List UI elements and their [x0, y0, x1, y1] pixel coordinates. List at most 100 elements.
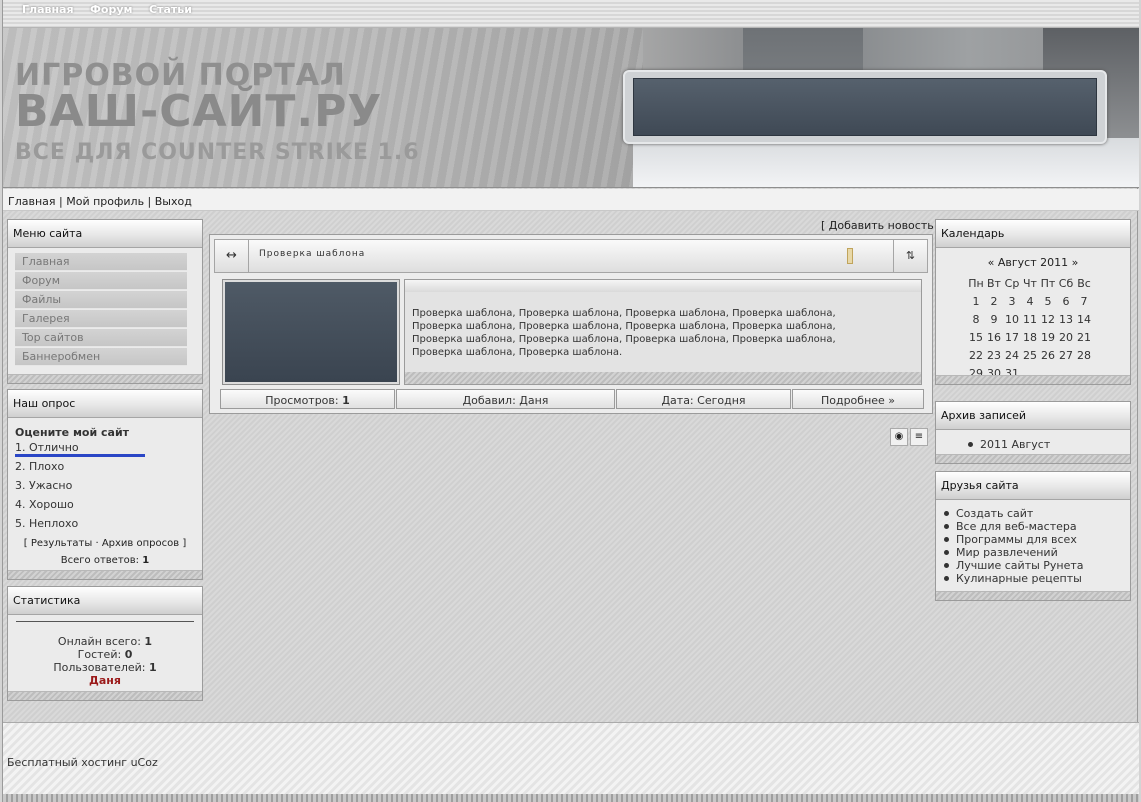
userbar-logout-link[interactable]: Выход: [155, 195, 192, 208]
archive-list: 2011 Август: [966, 438, 1050, 451]
link-icon[interactable]: ↔: [215, 240, 249, 272]
calendar-grid: Пн Вт Ср Чт Пт Сб Вс 1 2 3 4 5 6 7 8 9 1…: [967, 274, 1093, 382]
weekday: Пн: [968, 276, 984, 290]
poll-total: Всего ответов: 1: [8, 555, 202, 566]
calendar-day: 7: [1080, 294, 1088, 308]
calendar-day: 27: [1059, 348, 1073, 362]
friend-link[interactable]: Лучшие сайты Рунета: [942, 559, 1084, 572]
news-text-header: [405, 280, 921, 292]
topnav-articles-link[interactable]: Статьи: [149, 3, 192, 16]
calendar-next-link[interactable]: »: [1072, 256, 1079, 269]
friend-link[interactable]: Кулинарные рецепты: [942, 572, 1084, 585]
weekday: Сб: [1058, 276, 1074, 290]
footer-hosting-link[interactable]: Бесплатный хостинг uCoz: [7, 756, 158, 769]
stats-divider: [16, 621, 194, 622]
poll-option: 2. Плохо: [15, 460, 65, 473]
poll-archive-link[interactable]: Архив опросов: [102, 538, 179, 549]
menu-item-forum[interactable]: Форум: [15, 272, 187, 290]
news-views-label: Просмотров:: [265, 394, 339, 407]
news-date-label: Дата:: [661, 394, 694, 407]
weekday: Ср: [1004, 276, 1020, 290]
friend-link[interactable]: Все для веб-мастера: [942, 520, 1084, 533]
calendar-block: Календарь « Август 2011 » Пн Вт Ср Чт Пт…: [935, 219, 1131, 385]
friends-list: Создать сайт Все для веб-мастера Програм…: [942, 507, 1084, 585]
weekday: Пт: [1040, 276, 1056, 290]
calendar-prev-link[interactable]: «: [988, 256, 995, 269]
friend-link[interactable]: Программы для всех: [942, 533, 1084, 546]
calendar-day: 13: [1059, 312, 1073, 326]
sort-icon[interactable]: ⇅: [893, 240, 927, 272]
stats-online-value: 1: [144, 635, 153, 648]
news-title[interactable]: Проверка шаблона: [259, 249, 365, 259]
menu-item-gallery[interactable]: Галерея: [15, 310, 187, 328]
userbar-profile-link[interactable]: Мой профиль: [66, 195, 144, 208]
site-footer: Бесплатный хостинг uCoz: [3, 722, 1139, 794]
stats-guests: Гостей: 0: [8, 648, 202, 661]
news-views: Просмотров: 1: [220, 389, 395, 409]
menu-item-top-sites[interactable]: Top сайтов: [15, 329, 187, 347]
news-more-link[interactable]: Подробнее »: [792, 389, 924, 409]
poll-results-link[interactable]: Результаты: [31, 538, 92, 549]
weekday: Вс: [1077, 276, 1091, 290]
block-footer-strip: [8, 374, 202, 383]
calendar-day: 25: [1023, 348, 1037, 362]
news-marker-icon: [847, 248, 853, 264]
menu-item-home[interactable]: Главная: [15, 253, 187, 271]
stats-users: Пользователей: 1: [8, 661, 202, 674]
news-author-value[interactable]: Даня: [519, 394, 548, 407]
friend-link[interactable]: Создать сайт: [942, 507, 1084, 520]
stats-block: Статистика Онлайн всего: 1 Гостей: 0 Пол…: [7, 586, 203, 701]
poll-option: 3. Ужасно: [15, 479, 73, 492]
userbar-home-link[interactable]: Главная: [8, 195, 56, 208]
calendar-day: 23: [987, 348, 1001, 362]
menu-item-files[interactable]: Файлы: [15, 291, 187, 309]
rss-icon[interactable]: ≡: [910, 428, 928, 446]
userbar-separator: |: [144, 195, 155, 208]
user-bar: Главная | Мой профиль | Выход: [3, 189, 1139, 211]
archive-item[interactable]: 2011 Август: [966, 438, 1050, 451]
menu-item-banner-exchange[interactable]: Баннеробмен: [15, 348, 187, 366]
calendar-day: 14: [1077, 312, 1091, 326]
news-body: Проверка шаблона, Проверка шаблона, Пров…: [412, 308, 836, 358]
news-views-value: 1: [342, 394, 350, 407]
news-date-value: Сегодня: [697, 394, 746, 407]
calendar-day: 9: [990, 312, 998, 326]
topnav-forum-link[interactable]: Форум: [90, 3, 133, 16]
bracket: ]: [182, 538, 187, 549]
poll-links: [ Результаты · Архив опросов ]: [8, 538, 202, 549]
news-image-placeholder: [225, 282, 397, 382]
site-menu-title: Меню сайта: [8, 220, 202, 248]
header-banner[interactable]: [633, 78, 1097, 136]
calendar-day: 18: [1023, 330, 1037, 344]
block-footer-strip: [936, 375, 1130, 384]
poll-result-bar: [15, 454, 145, 457]
calendar-day: 1: [972, 294, 980, 308]
logo-title[interactable]: ВАШ-САЙТ.РУ: [15, 86, 382, 137]
news-title-bar: ↔ Проверка шаблона ⇅: [214, 239, 928, 273]
stats-online-label: Онлайн всего:: [57, 635, 141, 648]
news-text-footer: [405, 372, 921, 384]
top-navigation: Главная Форум Статьи: [3, 0, 1139, 28]
news-image[interactable]: [222, 279, 400, 385]
stats-guests-label: Гостей:: [77, 648, 122, 661]
calendar-day: 12: [1041, 312, 1055, 326]
friends-block: Друзья сайта Создать сайт Все для веб-ма…: [935, 471, 1131, 601]
calendar-day: 26: [1041, 348, 1055, 362]
friend-link[interactable]: Мир развлечений: [942, 546, 1084, 559]
stats-online: Онлайн всего: 1: [8, 635, 202, 648]
add-news-link[interactable]: [ Добавить новость ]: [821, 219, 942, 232]
calendar-day: 2: [990, 294, 998, 308]
calendar-day: 6: [1062, 294, 1070, 308]
news-author: Добавил: Даня: [396, 389, 615, 409]
topnav-home-link[interactable]: Главная: [22, 3, 74, 16]
calendar-day: 20: [1059, 330, 1073, 344]
calendar-title: Календарь: [936, 220, 1130, 248]
calendar-day: 16: [987, 330, 1001, 344]
stats-online-user[interactable]: Даня: [8, 674, 202, 687]
calendar-day: 15: [969, 330, 983, 344]
calendar-month[interactable]: Август 2011: [998, 256, 1068, 269]
poll-option: 4. Хорошо: [15, 498, 74, 511]
calendar-week: 15 16 17 18 19 20 21: [967, 328, 1093, 346]
eye-icon[interactable]: ◉: [890, 428, 908, 446]
site-header: ИГРОВОЙ ПОРТАЛ ВАШ-САЙТ.РУ ВСЕ ДЛЯ COUNT…: [3, 28, 1139, 188]
